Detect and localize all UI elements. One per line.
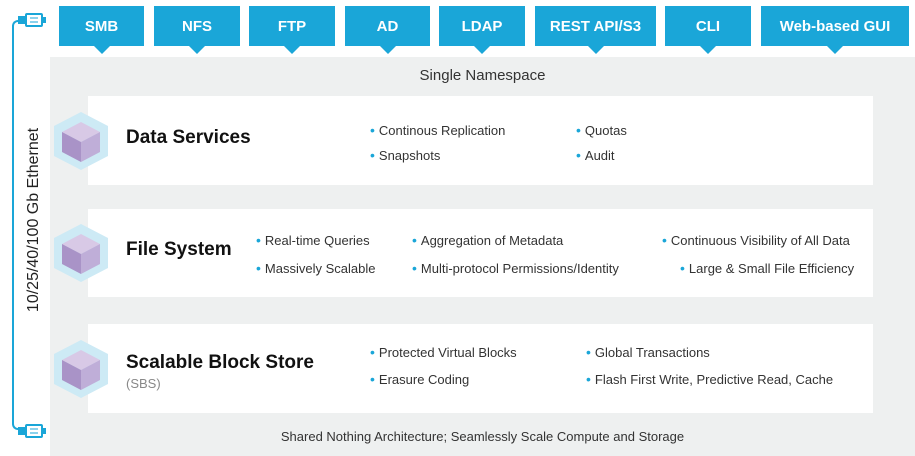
protocol-bar: SMB NFS FTP AD LDAP REST API/S3 CLI Web-… — [59, 6, 909, 54]
feature-bullet: Audit — [576, 147, 615, 163]
ethernet-label: 10/25/40/100 Gb Ethernet — [25, 127, 43, 313]
layer-title: Data Services — [126, 127, 251, 148]
protocol-tab-ftp: FTP — [249, 6, 335, 54]
protocol-tab-cli: CLI — [665, 6, 751, 54]
feature-bullet: Massively Scalable — [256, 260, 376, 276]
ethernet-label-wrap: 10/25/40/100 Gb Ethernet — [22, 90, 46, 350]
cube-icon — [54, 224, 108, 282]
feature-bullet: Snapshots — [370, 147, 440, 163]
feature-bullet: Quotas — [576, 122, 627, 138]
layer-block-store: Scalable Block Store (SBS) Protected Vir… — [54, 324, 873, 413]
feature-bullet: Global Transactions — [586, 344, 710, 360]
feature-bullet: Erasure Coding — [370, 371, 469, 387]
ethernet-plug-icon — [18, 424, 46, 438]
ethernet-plug-icon — [18, 13, 46, 27]
cube-icon — [54, 111, 108, 170]
feature-bullet: Continous Replication — [370, 122, 505, 138]
architecture-footer: Shared Nothing Architecture; Seamlessly … — [280, 429, 685, 444]
protocol-tab-smb: SMB — [59, 6, 144, 54]
layer-subtitle: (SBS) — [126, 376, 161, 391]
protocol-tab-rest-s3: REST API/S3 — [535, 6, 656, 54]
feature-bullet: Flash First Write, Predictive Read, Cach… — [586, 371, 833, 387]
namespace-label: Single Namespace — [419, 67, 546, 84]
namespace-panel: Single Namespace Data Services Continous… — [50, 57, 915, 456]
protocol-tab-ldap: LDAP — [439, 6, 525, 54]
feature-bullet: Protected Virtual Blocks — [370, 344, 517, 360]
feature-bullet: Continuous Visibility of All Data — [662, 232, 850, 248]
layer-title: Scalable Block Store — [126, 352, 314, 373]
layer-data-services: Data Services Continous Replication Snap… — [54, 96, 873, 185]
layer-file-system: File System Real-time Queries Massively … — [54, 209, 873, 297]
layer-title: File System — [126, 239, 232, 260]
cube-icon — [54, 339, 108, 398]
protocol-tab-web-gui: Web-based GUI — [761, 6, 909, 54]
feature-bullet: Large & Small File Efficiency — [680, 260, 854, 276]
feature-bullet: Aggregation of Metadata — [412, 232, 563, 248]
protocol-tab-ad: AD — [345, 6, 430, 54]
feature-bullet: Real-time Queries — [256, 232, 370, 248]
ethernet-cable — [12, 20, 18, 430]
feature-bullet: Multi-protocol Permissions/Identity — [412, 260, 619, 276]
protocol-tab-nfs: NFS — [154, 6, 240, 54]
